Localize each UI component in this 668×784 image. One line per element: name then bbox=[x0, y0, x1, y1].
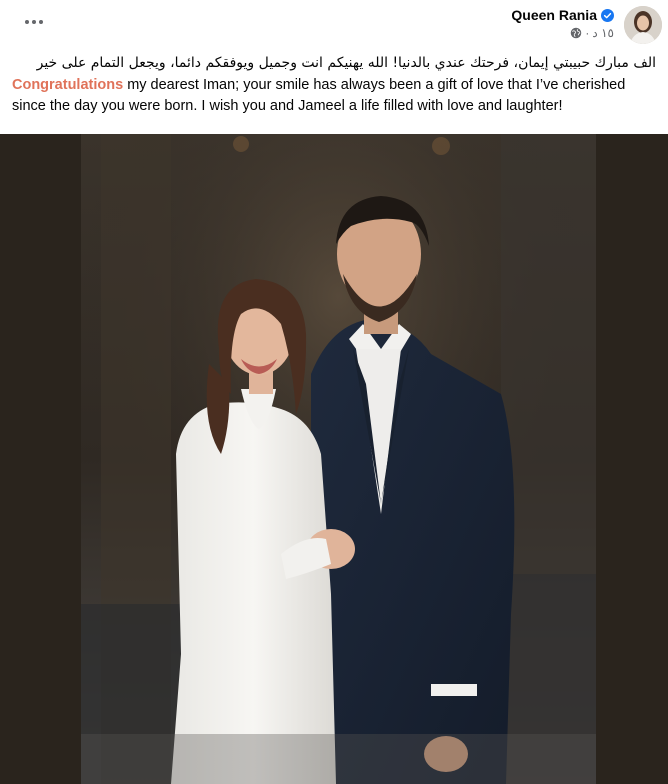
post-text-english: Congratulations my dearest Iman; your sm… bbox=[12, 75, 656, 117]
author-name[interactable]: Queen Rania bbox=[511, 7, 597, 23]
globe-icon[interactable] bbox=[570, 27, 582, 39]
couple-portrait-photo[interactable] bbox=[81, 134, 596, 784]
photo-illustration bbox=[81, 134, 596, 784]
more-options-button[interactable] bbox=[22, 10, 46, 34]
post-meta: · ١٥ د bbox=[511, 26, 614, 40]
post-text: الف مبارك حبيبتي إيمان، فرحتك عندي بالدن… bbox=[12, 53, 656, 117]
post-text-arabic: الف مبارك حبيبتي إيمان، فرحتك عندي بالدن… bbox=[36, 55, 656, 71]
author-block: Queen Rania · ١٥ د bbox=[511, 7, 614, 40]
avatar-image bbox=[624, 6, 662, 44]
post-time[interactable]: ١٥ د bbox=[592, 26, 614, 40]
separator: · bbox=[585, 26, 590, 40]
verified-badge-icon bbox=[601, 8, 614, 22]
highlight-word[interactable]: Congratulations bbox=[12, 77, 123, 93]
more-options-icon bbox=[25, 20, 29, 24]
author-avatar[interactable] bbox=[624, 6, 662, 44]
post-header: Queen Rania · ١٥ د bbox=[0, 0, 668, 52]
post-photo-container[interactable] bbox=[0, 134, 668, 784]
